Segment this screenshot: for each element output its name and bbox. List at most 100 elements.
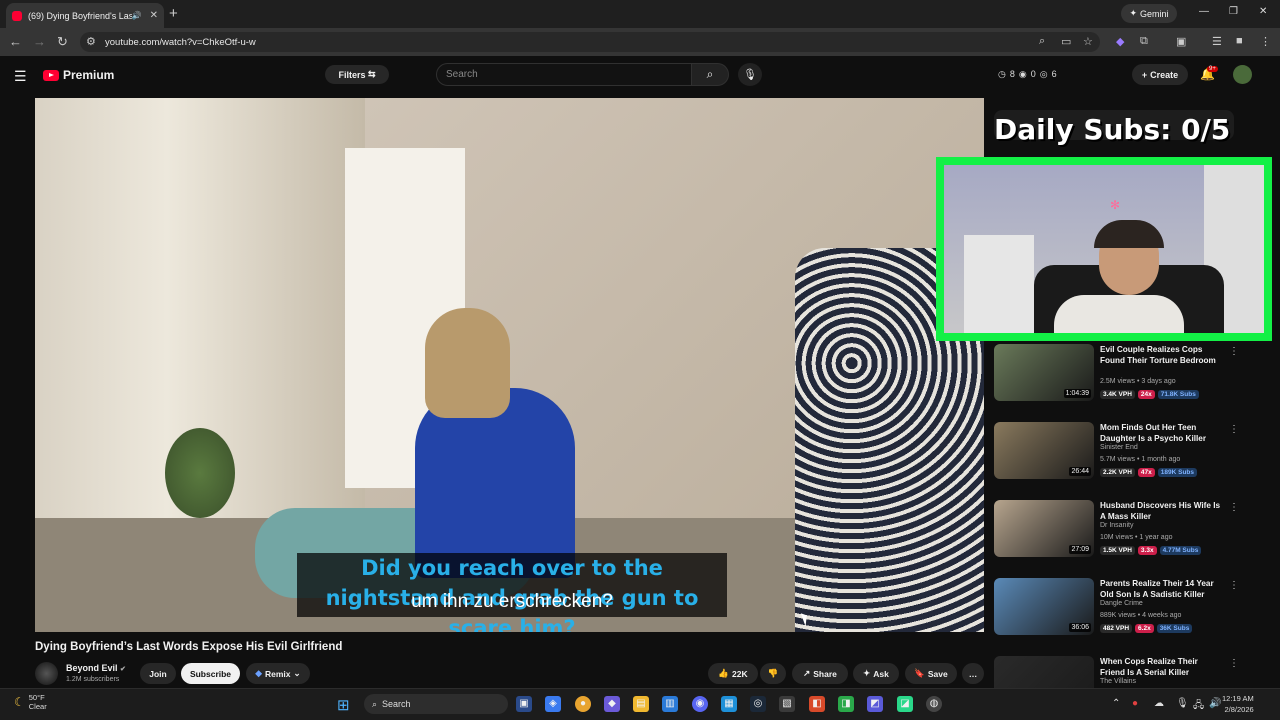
rec-more-icon[interactable]: ⋮ [1229,580,1239,591]
rec-subs: 189K Subs [1157,468,1198,477]
rec-thumbnail[interactable]: 36:06 [994,578,1094,635]
network-icon[interactable]: 🖧 [1193,698,1204,715]
taskbar-search[interactable]: ⌕ Search [364,694,508,714]
app-icon-4[interactable]: ◪ [897,696,913,712]
rec-title[interactable]: Parents Realize Their 14 Year Old Son Is… [1100,578,1225,600]
tab-search-icon[interactable]: ☰ [1212,35,1222,48]
teams-icon[interactable]: ◩ [867,696,883,712]
extension-icon[interactable]: ◆ [1116,35,1124,48]
like-button[interactable]: 👍 22K [708,663,758,684]
rec-vph: 1.5K VPH [1100,546,1135,555]
chevron-down-icon: ⌄ [293,668,301,678]
hamburger-menu-icon[interactable]: ☰ [14,68,27,85]
subscribe-button[interactable]: Subscribe [181,663,240,684]
voice-search-button[interactable]: 🎙 [738,63,762,86]
minimize-button[interactable]: — [1199,6,1209,17]
tray-cloud-icon[interactable]: ☁ [1154,698,1164,709]
url-bar[interactable]: youtube.com/watch?v=ChkeOtf-u-w [80,32,1100,52]
rec-duration: 1:04:39 [1063,389,1091,398]
more-actions-button[interactable]: … [962,663,984,684]
rec-title[interactable]: Husband Discovers His Wife Is A Mass Kil… [1100,500,1225,522]
windows-start-icon[interactable]: ⊞ [337,696,350,714]
rec-title[interactable]: When Cops Realize Their Friend Is A Seri… [1100,656,1225,678]
search-input[interactable]: Search [436,63,692,86]
rec-more-icon[interactable]: ⋮ [1229,424,1239,435]
profile-icon[interactable]: ■ [1236,35,1243,47]
remix-button[interactable]: ◆ Remix ⌄ [246,663,310,684]
photos-icon[interactable]: ▦ [721,696,737,712]
site-info-icon[interactable]: ⚙ [86,35,96,48]
dislike-button[interactable]: 👎 [760,663,786,684]
app-icon-1[interactable]: ◆ [604,696,620,712]
app-icon-3[interactable]: ◨ [838,696,854,712]
remix-label: Remix [264,668,291,679]
filters-button[interactable]: Filters ⇆ [325,65,389,84]
speaker-icon[interactable]: 🔊 [132,11,142,20]
task-view-icon[interactable]: ▣ [516,696,532,712]
join-button[interactable]: Join [140,663,176,684]
save-button[interactable]: 🔖 Save [905,663,957,684]
volume-icon[interactable]: 🔊 [1209,698,1221,709]
rec-more-icon[interactable]: ⋮ [1229,346,1239,357]
notepad-icon[interactable]: ▥ [662,696,678,712]
rec-channel[interactable]: Sinister End [1100,444,1138,451]
join-label: Join [149,668,167,679]
recommendation-item[interactable]: 1:04:39 Evil Couple Realizes Cops Found … [994,344,1239,401]
rec-channel[interactable]: Dangle Crime [1100,600,1143,607]
channel-avatar[interactable] [35,662,58,685]
store-icon[interactable]: ▧ [779,696,795,712]
ask-button[interactable]: ✦ Ask [853,663,899,684]
account-avatar[interactable] [1233,65,1252,84]
create-button[interactable]: + Create [1132,64,1188,85]
rec-thumbnail[interactable]: 26:44 [994,422,1094,479]
youtube-logo[interactable]: Premium [43,68,114,82]
split-view-icon[interactable]: ▣ [1176,35,1186,48]
extensions-puzzle-icon[interactable]: ⧉ [1140,35,1148,48]
discord-icon[interactable]: ◉ [692,696,708,712]
new-tab-button[interactable]: + [169,5,178,22]
rec-channel[interactable]: The Villains [1100,678,1136,685]
rec-more-icon[interactable]: ⋮ [1229,502,1239,513]
app-icon-2[interactable]: ◧ [809,696,825,712]
share-button[interactable]: ↗ Share [792,663,848,684]
tray-chevron-up-icon[interactable]: ⌃ [1112,698,1120,709]
video-title: Dying Boyfriend’s Last Words Expose His … [35,641,343,653]
steam-icon[interactable]: ◎ [750,696,766,712]
reload-button[interactable]: ↻ [57,34,68,50]
rec-title[interactable]: Mom Finds Out Her Teen Daughter Is a Psy… [1100,422,1225,444]
rec-thumbnail[interactable]: 1:04:39 [994,344,1094,401]
channel-name[interactable]: Beyond Evil ✔ [66,663,126,673]
recommendation-item[interactable]: 36:06 Parents Realize Their 14 Year Old … [994,578,1239,635]
rec-more-icon[interactable]: ⋮ [1229,658,1239,669]
rec-title[interactable]: Evil Couple Realizes Cops Found Their To… [1100,344,1225,366]
close-window-button[interactable]: ✕ [1259,6,1267,17]
search-button[interactable]: ⌕ [691,63,729,86]
logo-text: Premium [63,68,115,82]
back-button[interactable]: ← [9,34,22,49]
youtube-play-icon [43,69,59,81]
weather-widget[interactable]: ☾ 50°F Clear [14,693,47,711]
tray-app-icon[interactable]: ● [1132,698,1138,709]
close-tab-icon[interactable]: ✕ [150,10,158,21]
system-clock[interactable]: 12:19 AM 2/8/2026 [1222,693,1254,715]
rec-channel[interactable]: Dr Insanity [1100,522,1133,529]
rec-vph-row: 2.2K VPH 47x 189K Subs [1100,468,1198,477]
bookmark-star-icon[interactable]: ☆ [1083,35,1093,48]
gemini-button[interactable]: ✦ Gemini [1121,4,1177,23]
copilot-icon[interactable]: ◈ [545,696,561,712]
chrome-icon[interactable]: ● [575,696,591,712]
restore-button[interactable]: ❐ [1229,6,1238,17]
rec-thumbnail[interactable]: 27:09 [994,500,1094,557]
forward-button[interactable]: → [33,34,46,49]
browser-tab[interactable]: (69) Dying Boyfriend's Last 🔊 ✕ [6,3,164,28]
recommendation-item[interactable]: 27:09 Husband Discovers His Wife Is A Ma… [994,500,1239,557]
file-explorer-icon[interactable]: ▤ [633,696,649,712]
cast-icon[interactable]: ▭ [1061,35,1071,48]
obs-icon[interactable]: ◍ [926,696,942,712]
video-player[interactable]: Did you reach over to the nightstand and… [35,98,984,632]
microphone-icon[interactable]: 🎙 [1176,698,1189,709]
recommendation-item[interactable]: 26:44 Mom Finds Out Her Teen Daughter Is… [994,422,1239,479]
plus-icon: + [1141,69,1148,80]
browser-menu-icon[interactable]: ⋮ [1260,35,1271,48]
zoom-icon[interactable]: ⌕ [1039,35,1045,48]
